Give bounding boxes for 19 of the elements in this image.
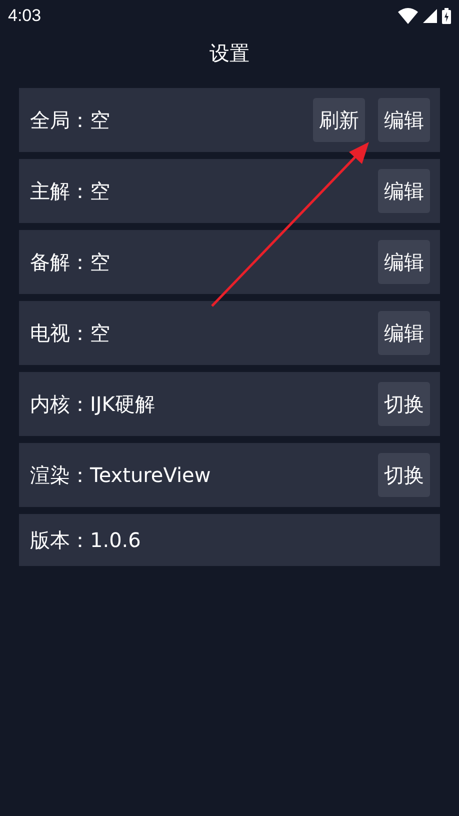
setting-label: 备解：空 — [30, 248, 111, 276]
status-time: 4:03 — [8, 6, 42, 26]
action-button[interactable]: 编辑 — [378, 98, 430, 142]
setting-label: 电视：空 — [30, 320, 111, 346]
wifi-icon — [398, 8, 418, 24]
signal-icon — [423, 9, 437, 23]
setting-label: 内核：IJK硬解 — [30, 390, 156, 418]
page-title: 设置 — [208, 40, 250, 67]
setting-label: 版本：1.0.6 — [30, 526, 142, 554]
action-button[interactable]: 切换 — [378, 382, 430, 426]
setting-label: 主解：空 — [30, 178, 111, 204]
battery-icon — [442, 8, 451, 24]
action-button[interactable]: 编辑 — [378, 240, 430, 284]
setting-label: 渲染：TextureView — [30, 462, 212, 488]
action-button[interactable]: 刷新 — [313, 98, 365, 142]
action-button[interactable]: 编辑 — [378, 311, 430, 355]
action-button[interactable]: 编辑 — [378, 169, 430, 213]
action-button[interactable]: 切换 — [378, 453, 430, 497]
setting-label: 全局：空 — [30, 106, 111, 134]
